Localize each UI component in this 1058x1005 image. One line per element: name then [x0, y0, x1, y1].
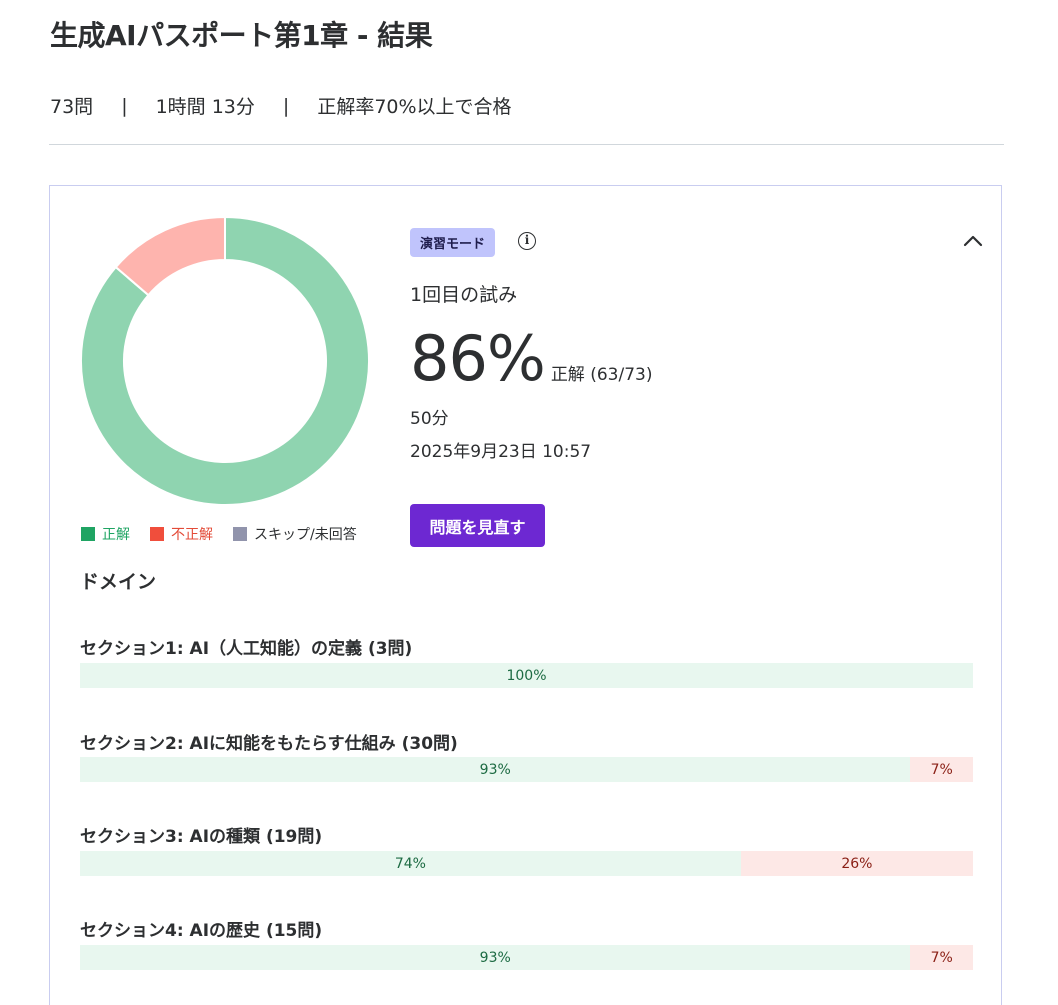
- legend-item: 不正解: [150, 524, 213, 544]
- section-score-bar: 74% 26%: [80, 851, 973, 876]
- legend-swatch: [81, 527, 95, 541]
- attempt-date: 2025年9月23日 10:57: [410, 442, 592, 462]
- section-score-bar: 93% 7%: [80, 945, 973, 970]
- attempt-label: 1回目の試み: [410, 284, 518, 306]
- incorrect-segment: 7%: [910, 945, 973, 970]
- correct-segment: 74%: [80, 851, 741, 876]
- duration: 50分: [410, 409, 449, 429]
- section-title: セクション2: AIに知能をもたらす仕組み (30問): [80, 734, 458, 754]
- score-donut-chart: [80, 216, 370, 506]
- question-count: 73問: [50, 96, 94, 118]
- correct-segment: 100%: [80, 663, 973, 688]
- info-icon[interactable]: i: [518, 232, 536, 250]
- legend-label: スキップ/未回答: [254, 527, 357, 543]
- score-percent: 86%: [410, 322, 546, 395]
- correct-segment: 93%: [80, 945, 911, 970]
- exam-time: 1時間 13分: [155, 96, 255, 118]
- score: 86% 正解 (63/73): [410, 326, 652, 392]
- exam-meta: 73問 | 1時間 13分 | 正解率70%以上で合格: [50, 92, 512, 119]
- mode-badge: 演習モード: [410, 228, 496, 257]
- review-questions-button[interactable]: 問題を見直す: [410, 504, 545, 547]
- legend-swatch: [233, 527, 247, 541]
- section-score-bar: 100%: [80, 663, 973, 688]
- incorrect-segment: 26%: [740, 851, 973, 876]
- incorrect-segment: 7%: [910, 757, 973, 782]
- legend-item: スキップ/未回答: [233, 524, 357, 544]
- legend-label: 不正解: [171, 527, 213, 543]
- section-title: セクション1: AI（人工知能）の定義 (3問): [80, 639, 413, 659]
- correct-segment: 93%: [80, 757, 911, 782]
- page-title: 生成AIパスポート第1章 - 結果: [50, 19, 433, 52]
- meta-separator: |: [121, 94, 128, 117]
- chevron-up-icon[interactable]: [962, 232, 984, 248]
- legend-swatch: [150, 527, 164, 541]
- section-title: セクション4: AIの歴史 (15問): [80, 921, 323, 941]
- meta-separator: |: [282, 94, 290, 117]
- section-title: セクション3: AIの種類 (19問): [80, 827, 323, 847]
- divider: [49, 144, 1004, 145]
- legend-label: 正解: [102, 527, 130, 543]
- legend-item: 正解: [81, 524, 130, 544]
- domain-heading: ドメイン: [80, 571, 157, 593]
- chart-legend: 正解 不正解 スキップ/未回答: [81, 524, 377, 544]
- score-detail: 正解 (63/73): [550, 365, 653, 385]
- pass-rule: 正解率70%以上で合格: [317, 96, 512, 118]
- section-score-bar: 93% 7%: [80, 757, 973, 782]
